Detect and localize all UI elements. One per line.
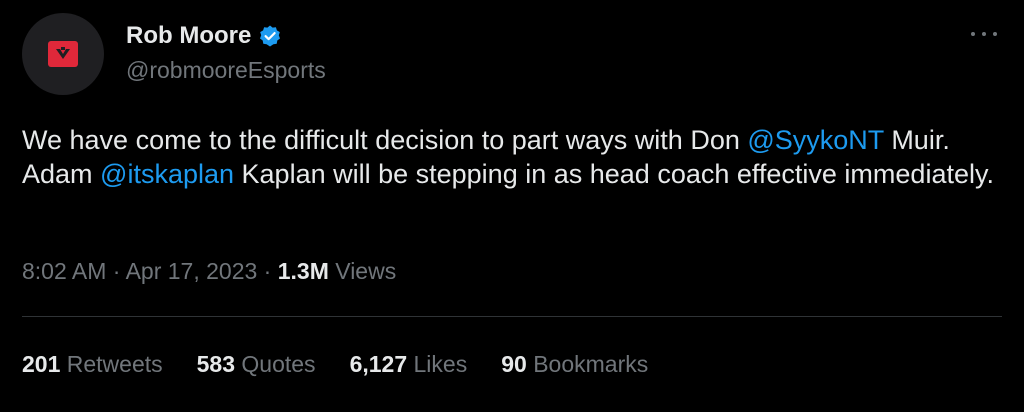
- mention-link-itskaplan[interactable]: @itskaplan: [100, 159, 234, 189]
- retweets-label: Retweets: [60, 351, 163, 377]
- views-count: 1.3M: [277, 258, 329, 284]
- tweet-card: Rob Moore @robmooreEsports We have come …: [0, 0, 1024, 412]
- mention-link-syykont[interactable]: @SyykoNT: [747, 125, 883, 155]
- bookmarks-stat[interactable]: 90 Bookmarks: [501, 351, 648, 378]
- tweet-meta: 8:02 AM · Apr 17, 2023 · 1.3M Views: [22, 258, 396, 285]
- author-name-row: Rob Moore: [126, 22, 282, 50]
- engagement-stats: 201 Retweets 583 Quotes 6,127 Likes 90 B…: [22, 351, 682, 378]
- likes-label: Likes: [407, 351, 468, 377]
- team-logo-icon: [48, 41, 78, 67]
- avatar[interactable]: [22, 13, 104, 95]
- quotes-stat[interactable]: 583 Quotes: [197, 351, 316, 378]
- tweet-time[interactable]: 8:02 AM: [22, 258, 106, 284]
- views-label: Views: [328, 258, 397, 284]
- author-handle[interactable]: @robmooreEsports: [126, 57, 326, 84]
- divider: [22, 316, 1002, 317]
- meta-separator: ·: [106, 258, 126, 284]
- tweet-text-part: Kaplan will be stepping in as head coach…: [234, 159, 994, 189]
- retweets-stat[interactable]: 201 Retweets: [22, 351, 163, 378]
- tweet-date[interactable]: Apr 17, 2023: [126, 258, 258, 284]
- retweets-count: 201: [22, 351, 61, 377]
- tweet-text: We have come to the difficult decision t…: [22, 123, 1007, 191]
- bookmarks-count: 90: [501, 351, 527, 377]
- tweet-text-part: We have come to the difficult decision t…: [22, 125, 748, 155]
- author-display-name[interactable]: Rob Moore: [126, 22, 251, 50]
- quotes-label: Quotes: [235, 351, 316, 377]
- meta-separator: ·: [257, 258, 278, 284]
- verified-badge-icon: [258, 24, 282, 48]
- more-options-icon[interactable]: [971, 26, 997, 42]
- likes-count: 6,127: [349, 351, 408, 377]
- quotes-count: 583: [196, 351, 236, 377]
- bookmarks-label: Bookmarks: [526, 351, 649, 377]
- likes-stat[interactable]: 6,127 Likes: [350, 351, 468, 378]
